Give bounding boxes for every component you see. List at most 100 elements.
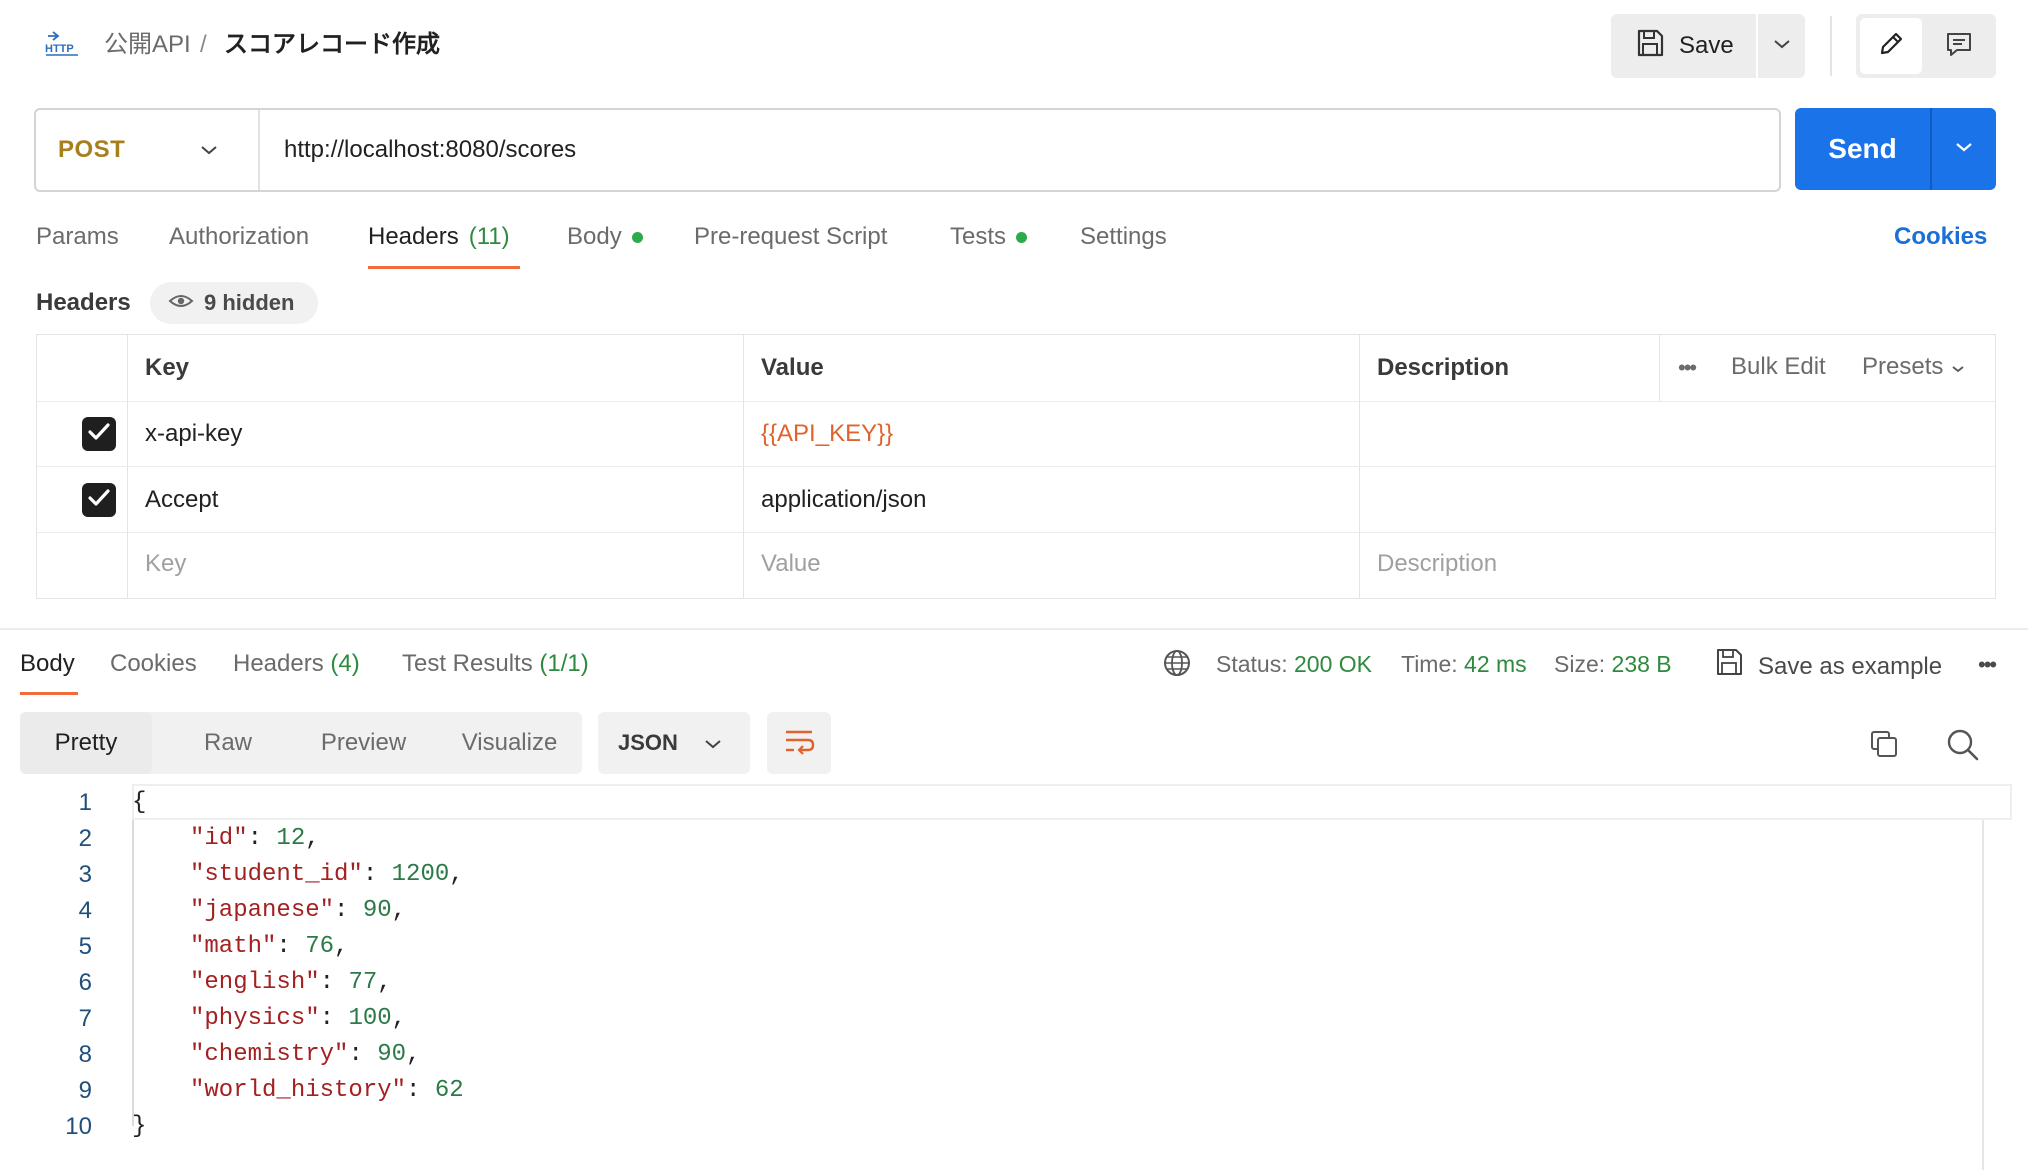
send-button[interactable]: Send [1795,108,1930,190]
header-enabled-checkbox[interactable] [82,417,116,451]
send-options-button[interactable] [1932,108,1996,190]
time-value: 42 ms [1464,651,1527,677]
hidden-headers-toggle[interactable]: 9 hidden [150,282,318,324]
header-value-cell[interactable]: application/json [761,483,926,517]
view-mode-preview[interactable]: Preview [290,712,437,774]
chevron-down-icon [1951,350,1965,384]
response-tab-body[interactable]: Body [20,647,75,681]
response-tab-cookies[interactable]: Cookies [110,647,197,681]
tab-label: Params [36,223,119,250]
header-description-cell[interactable] [1377,417,1977,451]
line-number: 4 [78,897,92,924]
json-number: 76 [305,933,335,960]
chevron-down-icon[interactable] [200,110,218,190]
url-input[interactable]: http://localhost:8080/scores [284,110,576,190]
save-button[interactable]: Save [1611,14,1756,78]
tab-count: (11) [468,223,510,250]
tab-label: Test Results [402,650,533,677]
wrap-lines-button[interactable] [767,712,831,774]
eye-icon [168,290,194,316]
save-icon [1635,28,1665,65]
code-line: "world_history": 62 [190,1077,464,1104]
headers-table: Key Value Description ••• Bulk Edit Pres… [36,334,1996,599]
new-value-input[interactable]: Value [761,547,821,581]
pane-divider[interactable] [0,628,2028,630]
tab-pre-request-script[interactable]: Pre-request Script [694,220,887,254]
json-key: "chemistry" [190,1041,349,1068]
response-more-button[interactable]: ••• [1978,648,1997,682]
active-tab-indicator [20,692,78,695]
json-key: "math" [190,933,277,960]
line-number: 1 [78,789,92,816]
save-options-button[interactable] [1758,14,1805,78]
response-status[interactable]: Status: 200 OK [1216,647,1372,681]
tab-authorization[interactable]: Authorization [169,220,309,254]
editor-scrollbar-track[interactable] [1982,820,1984,1170]
response-tab-headers[interactable]: Headers (4) [233,647,360,681]
line-number: 7 [78,1005,92,1032]
checkmark-icon [87,488,111,513]
response-body-editor[interactable] [132,784,2012,1170]
new-key-input[interactable]: Key [145,547,186,581]
presets-label: Presets [1862,353,1944,380]
copy-icon[interactable] [1868,728,1900,765]
save-as-example-button[interactable]: Save as example [1714,647,1942,687]
tab-label: Authorization [169,223,310,250]
header-description-cell[interactable] [1377,483,1977,517]
globe-icon[interactable] [1162,648,1192,683]
format-dropdown[interactable]: JSON [598,712,750,774]
side-actions-group [1856,14,1996,78]
search-icon[interactable] [1946,728,1980,767]
save-label: Save [1679,32,1734,59]
tab-body[interactable]: Body [567,220,643,254]
code-line: { [132,789,147,816]
request-url-bar: POST http://localhost:8080/scores [34,108,1781,192]
line-number: 6 [78,969,92,996]
response-time[interactable]: Time: 42 ms [1401,647,1527,681]
more-options-button[interactable]: ••• [1678,351,1697,385]
cookies-link[interactable]: Cookies [1894,220,1987,254]
edit-button[interactable] [1860,18,1922,74]
view-mode-raw[interactable]: Raw [152,712,304,774]
method-select[interactable]: POST [58,110,125,190]
tab-params[interactable]: Params [36,220,119,254]
code-line: } [132,1113,147,1140]
tab-label: Pre-request Script [694,223,888,250]
view-mode-visualize[interactable]: Visualize [437,712,582,774]
response-size[interactable]: Size: 238 B [1554,647,1672,681]
tab-headers[interactable]: Headers (11) [368,220,510,254]
breadcrumb-parent[interactable]: 公開API [104,28,191,62]
line-number: 2 [78,825,92,852]
column-header-description: Description [1377,354,1510,381]
size-label: Size: [1554,651,1606,677]
save-example-label: Save as example [1758,653,1943,680]
json-key: "physics" [190,1005,320,1032]
header-key-cell[interactable]: x-api-key [145,417,242,451]
code-line: "chemistry": 90, [190,1041,421,1068]
comments-button[interactable] [1926,18,1992,74]
response-tab-test-results[interactable]: Test Results (1/1) [402,647,589,681]
postman-request-page: HTTP 公開API / スコアレコード作成 Save POST http://… [0,0,2028,1170]
line-number: 5 [78,933,92,960]
header-key-cell[interactable]: Accept [145,483,218,517]
code-line: "japanese": 90, [190,897,407,924]
code-line: "math": 76, [190,933,349,960]
row-divider [37,466,1995,467]
header-value-cell[interactable]: {{API_KEY}} [761,417,893,451]
json-key: "japanese" [190,897,335,924]
request-title[interactable]: スコアレコード作成 [224,28,440,62]
status-value: 200 OK [1294,651,1372,677]
tab-settings[interactable]: Settings [1080,220,1167,254]
presets-dropdown[interactable]: Presets [1862,350,1965,384]
format-label: JSON [618,730,678,755]
toolbar-divider [1830,16,1832,76]
header-enabled-checkbox[interactable] [82,483,116,517]
line-number: 3 [78,861,92,888]
view-mode-pretty[interactable]: Pretty [20,712,152,774]
tab-tests[interactable]: Tests [950,220,1028,254]
json-key: "world_history" [190,1077,407,1104]
save-button-group: Save [1611,14,1805,78]
new-description-input[interactable]: Description [1377,547,1497,581]
bulk-edit-button[interactable]: Bulk Edit [1731,350,1826,384]
line-number: 9 [78,1077,92,1104]
